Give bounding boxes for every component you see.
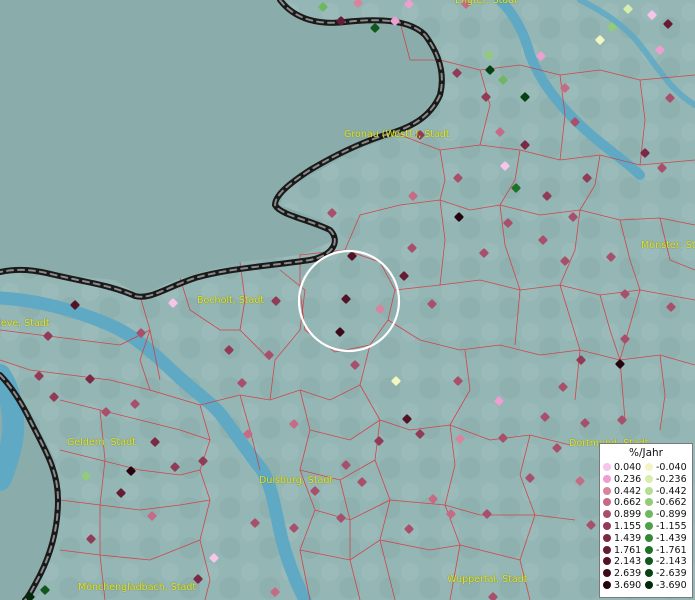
legend-entry: -1.439: [645, 533, 687, 545]
legend-entry: 2.639: [603, 568, 641, 580]
city-label: Duisburg, Stadt: [259, 475, 334, 486]
legend-swatch: [603, 581, 611, 589]
legend-value: -3.690: [656, 580, 687, 591]
legend-value: -2.143: [656, 556, 687, 568]
legend-entry: -0.040: [645, 462, 687, 474]
legend-value: -1.439: [656, 532, 687, 544]
legend-entry: -0.236: [645, 474, 687, 486]
legend: %/Jahr 0.040 0.236 0.442 0.662 0.899 1.155 1.4…: [599, 443, 693, 598]
legend-value: -0.899: [656, 509, 687, 521]
legend-swatch: [645, 569, 653, 578]
legend-entry: 1.439: [603, 533, 641, 545]
city-label: Engter, Stadt: [455, 0, 518, 6]
legend-swatch: [603, 522, 611, 530]
legend-entry: 0.236: [603, 474, 641, 486]
legend-swatch: [603, 557, 611, 566]
legend-entry: 3.690: [603, 580, 641, 592]
city-label: Mönchengladbach, Stadt: [78, 582, 197, 593]
legend-entry: -2.143: [645, 556, 687, 568]
city-label: Geldern, Stadt: [67, 437, 136, 448]
legend-entry: -1.761: [645, 545, 687, 557]
legend-entry: 0.442: [603, 486, 641, 498]
legend-value: -1.155: [656, 521, 687, 532]
legend-swatch: [645, 486, 653, 495]
legend-value: 2.143: [614, 556, 642, 568]
legend-entry: -0.442: [645, 486, 687, 498]
legend-swatch: [603, 463, 611, 471]
map-canvas[interactable]: [0, 0, 695, 600]
legend-value: -0.236: [656, 473, 687, 485]
legend-value: -0.040: [656, 462, 687, 473]
legend-entry: -2.639: [645, 568, 687, 580]
legend-entry: -0.899: [645, 509, 687, 521]
legend-swatch: [645, 510, 653, 519]
legend-swatch: [603, 533, 611, 542]
legend-swatch: [603, 510, 611, 519]
legend-value: -0.662: [656, 497, 687, 509]
legend-swatch: [645, 522, 653, 530]
city-label: Kleve, Stadt: [0, 318, 50, 329]
legend-swatch: [603, 486, 611, 495]
legend-swatch: [603, 569, 611, 578]
legend-entry: 1.155: [603, 521, 641, 533]
legend-swatch: [645, 498, 653, 507]
legend-swatch: [645, 474, 653, 483]
legend-entry: 0.899: [603, 509, 641, 521]
legend-value: 1.761: [614, 544, 642, 556]
legend-title: %/Jahr: [628, 447, 664, 459]
legend-value: 1.439: [614, 532, 642, 544]
city-label: Wuppertal, Stadt: [447, 574, 528, 585]
legend-swatch: [645, 581, 653, 589]
legend-value: -1.761: [656, 544, 687, 556]
legend-swatch: [645, 463, 653, 471]
map-view[interactable]: Gronau (Westf.), Stadt Bocholt, Stadt Klev…: [0, 0, 695, 600]
legend-value: 0.899: [614, 509, 642, 521]
legend-swatch: [603, 545, 611, 554]
city-label: Bocholt, Stadt: [197, 295, 265, 306]
legend-value: -0.442: [656, 485, 687, 497]
legend-entry: -3.690: [645, 580, 687, 592]
legend-entry: 0.040: [603, 462, 641, 474]
legend-swatch: [645, 545, 653, 554]
legend-swatch: [645, 533, 653, 542]
legend-entry: 1.761: [603, 545, 641, 557]
legend-value: 0.662: [614, 497, 642, 509]
legend-swatch: [603, 498, 611, 507]
legend-entry: -0.662: [645, 497, 687, 509]
legend-swatch: [645, 557, 653, 566]
legend-value: -2.639: [656, 568, 687, 580]
legend-entry: 0.662: [603, 497, 641, 509]
legend-value: 0.040: [614, 462, 642, 473]
legend-entry: -1.155: [645, 521, 687, 533]
legend-value: 1.155: [614, 521, 642, 532]
legend-value: 2.639: [614, 568, 642, 580]
city-label: Gronau (Westf.), Stadt: [344, 129, 450, 140]
legend-value: 0.236: [614, 473, 642, 485]
legend-value: 3.690: [614, 580, 642, 591]
city-label: Münster, Stadt: [641, 240, 695, 251]
legend-swatch: [603, 474, 611, 483]
legend-entry: 2.143: [603, 556, 641, 568]
legend-value: 0.442: [614, 485, 642, 497]
